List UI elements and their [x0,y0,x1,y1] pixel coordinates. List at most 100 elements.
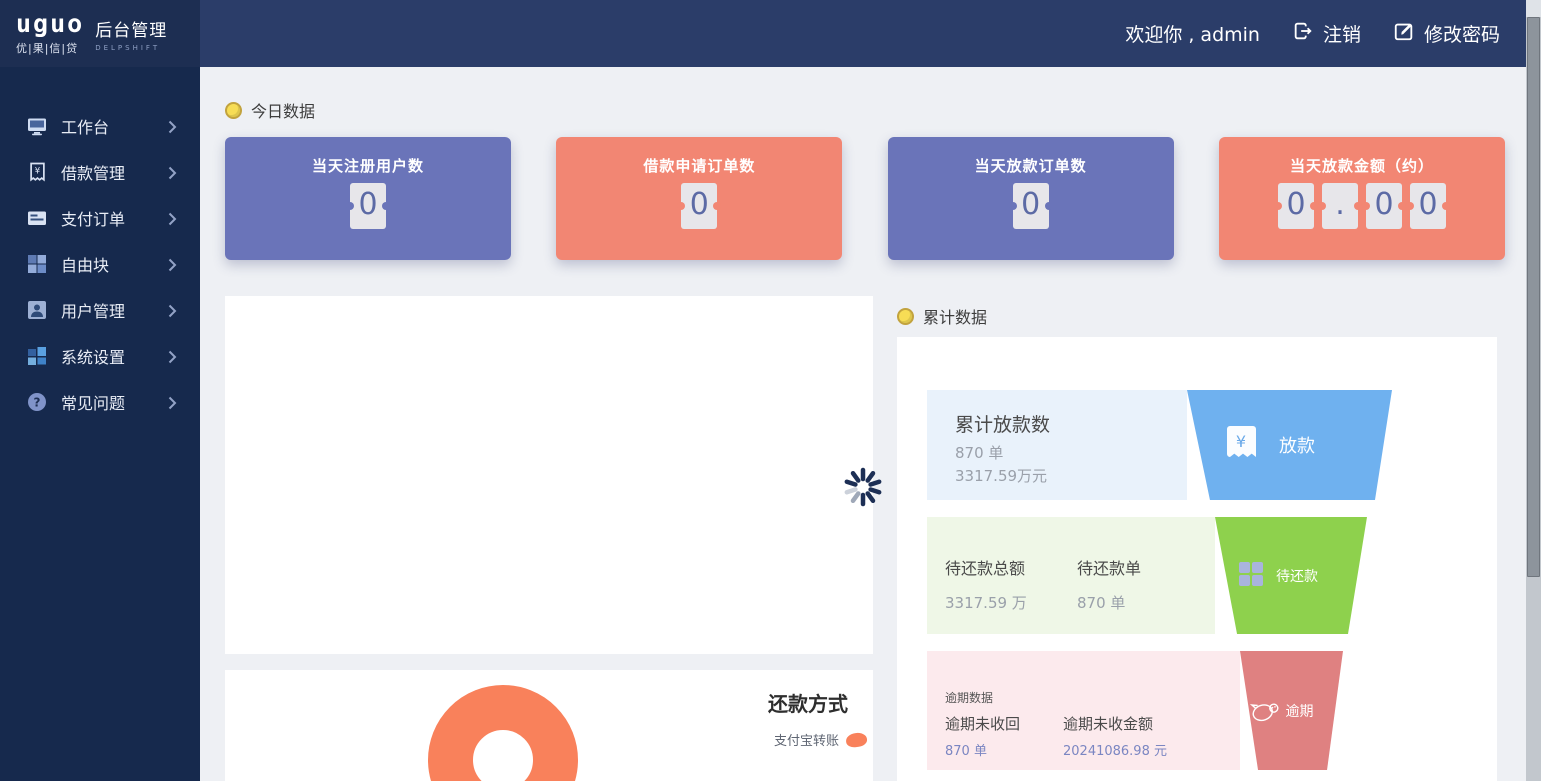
sidebar-item-faq[interactable]: ? 常见问题 [0,379,200,425]
flip-digit: 0 [681,183,717,229]
row-count: 870 单 [955,442,1003,463]
sidebar-item-label: 借款管理 [61,160,125,184]
chart-panel-loading [225,296,873,654]
stat-card-disbursed-amount: 当天放款金额（约） 0 . 0 0 [1219,137,1505,260]
topbar: 欢迎你 , admin 注销 修改密码 [200,0,1526,67]
flip-counter: 0 [888,183,1174,229]
scrollbar-up-arrow[interactable] [1526,0,1541,17]
sidebar-menu: 工作台 ¥ 借款管理 支付订单 [0,103,200,425]
sidebar-item-label: 自由块 [61,252,109,276]
flip-digit: 0 [1278,183,1314,229]
loading-spinner-icon [841,465,885,513]
flip-digit: 0 [350,183,386,229]
cumulative-section-header: 累计数据 [897,304,987,328]
coin-icon [225,102,242,119]
funnel-row-overdue: 逾期数据 逾期未收回 870 单 逾期未收金额 20241086.98 元 逾期 [927,651,1472,770]
sidebar-item-label: 系统设置 [61,344,125,368]
logo-text: uguo [16,11,84,36]
brand-logo: uguo 优|果|信|贷 后台管理 DELPSHIFT [0,0,200,67]
scrollbar-thumb[interactable] [1527,17,1540,577]
change-password-label: 修改密码 [1424,20,1500,47]
blocks-grid-icon [27,254,47,274]
funnel-stage-disbursed: ¥ 放款 [1187,390,1392,500]
stat-value: 870 单 [945,740,1020,759]
stat-card-title: 当天放款金额（约） [1219,137,1505,176]
row-subtitle: 逾期数据 [945,689,993,706]
chevron-right-icon [168,349,177,368]
flip-digit: 0 [1410,183,1446,229]
change-password-button[interactable]: 修改密码 [1393,20,1500,47]
edit-icon [1393,20,1415,47]
section-title: 累计数据 [923,304,987,328]
flip-counter: 0 . 0 0 [1219,183,1505,229]
row-info-pending: 待还款总额 3317.59 万 待还款单 870 单 [927,517,1215,634]
logo-tagline: 优|果|信|贷 [16,40,84,56]
row-title: 累计放款数 [955,410,1050,437]
funnel-label: 放款 [1279,432,1315,458]
funnel-label: 逾期 [1286,701,1314,721]
stat-value: 870 单 [1077,592,1141,613]
sidebar-item-label: 常见问题 [61,390,125,414]
stat-card-registered-users: 当天注册用户数 0 [225,137,511,260]
today-stat-cards: 当天注册用户数 0 借款申请订单数 0 当天放款订单数 0 当天放款金额（约） … [225,137,1505,260]
sidebar-item-workbench[interactable]: 工作台 [0,103,200,149]
stat-card-title: 当天注册用户数 [225,137,511,176]
page-scrollbar[interactable] [1526,0,1541,781]
question-icon: ? [27,392,47,412]
chevron-right-icon [168,119,177,138]
sidebar-item-free-blocks[interactable]: 自由块 [0,241,200,287]
row-info-disbursed: 累计放款数 870 单 3317.59万元 [927,390,1187,500]
stat-card-title: 借款申请订单数 [556,137,842,176]
repayment-donut-chart [428,685,578,781]
funnel-stage-pending: 待还款 [1215,517,1367,634]
funnel-stage-overdue: 逾期 [1240,651,1343,770]
funnel-row-pending: 待还款总额 3317.59 万 待还款单 870 单 待还款 [927,517,1472,634]
sidebar-item-user-management[interactable]: 用户管理 [0,287,200,333]
logout-icon [1292,20,1314,47]
product-subtitle: DELPSHIFT [95,44,167,52]
product-name: 后台管理 [95,16,167,41]
sidebar-item-label: 用户管理 [61,298,125,322]
logout-button[interactable]: 注销 [1292,20,1361,47]
repayment-method-panel: 还款方式 支付宝转账 [225,670,873,781]
svg-text:¥: ¥ [1236,432,1246,451]
stat-label: 待还款单 [1077,555,1141,579]
chevron-right-icon [168,165,177,184]
stat-value: 3317.59 万 [945,592,1027,613]
product-title: 后台管理 DELPSHIFT [95,16,167,52]
sidebar-item-payment-orders[interactable]: 支付订单 [0,195,200,241]
order-list-icon [27,208,47,228]
coin-icon [897,308,914,325]
sidebar-item-loan-management[interactable]: ¥ 借款管理 [0,149,200,195]
grid-icon [1238,561,1264,591]
welcome-text: 欢迎你 , admin [1125,20,1260,47]
chevron-right-icon [168,395,177,414]
chevron-right-icon [168,257,177,276]
sidebar-item-system-settings[interactable]: 系统设置 [0,333,200,379]
stat-card-title: 当天放款订单数 [888,137,1174,176]
admin-dashboard: uguo 优|果|信|贷 后台管理 DELPSHIFT 工作台 ¥ [0,0,1541,781]
logo-wordmark: uguo 优|果|信|贷 [16,11,84,56]
row-info-overdue: 逾期数据 逾期未收回 870 单 逾期未收金额 20241086.98 元 [927,651,1240,770]
settings-grid-icon [27,346,47,366]
flip-digit: 0 [1013,183,1049,229]
receipt-yuan-icon: ¥ [1224,424,1257,467]
cumulative-data-panel: 累计放款数 870 单 3317.59万元 ¥ 放款 待还款总额 3317.59… [897,337,1497,781]
funnel-label: 待还款 [1276,566,1318,586]
sidebar: uguo 优|果|信|贷 后台管理 DELPSHIFT 工作台 ¥ [0,0,200,781]
monitor-icon [27,116,47,136]
flip-digit-decimal-point: . [1322,183,1358,229]
stat-label: 待还款总额 [945,555,1027,579]
flip-counter: 0 [225,183,511,229]
row-amount: 3317.59万元 [955,465,1047,486]
stat-card-loan-applications: 借款申请订单数 0 [556,137,842,260]
today-section-header: 今日数据 [225,98,315,122]
stat-overdue-amount: 逾期未收金额 20241086.98 元 [1063,713,1167,759]
flip-counter: 0 [556,183,842,229]
legend-label: 支付宝转账 [774,730,839,749]
stat-value: 20241086.98 元 [1063,740,1167,759]
logout-label: 注销 [1323,20,1361,47]
svg-text:¥: ¥ [34,166,40,176]
chevron-right-icon [168,303,177,322]
legend-item-alipay[interactable]: 支付宝转账 [774,730,867,749]
